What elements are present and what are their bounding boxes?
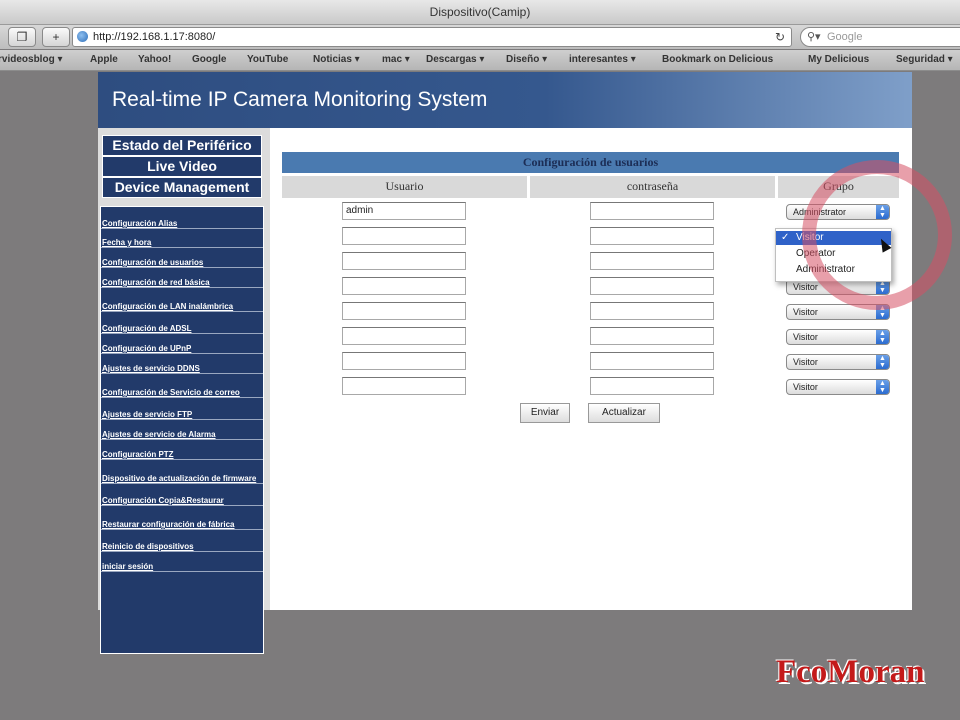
search-input[interactable]: ⚲▾ Google: [800, 27, 960, 47]
menu-login[interactable]: iniciar sesión: [101, 552, 263, 572]
menu-user-settings[interactable]: Configuración de usuarios: [101, 248, 263, 268]
username-input-4[interactable]: [342, 277, 466, 295]
group-select-value: Visitor: [793, 382, 818, 392]
checkmark-icon: ✓: [781, 232, 790, 243]
menu-basic-network[interactable]: Configuración de red básica: [101, 268, 263, 288]
bookmark-item[interactable]: YouTube: [247, 50, 288, 70]
password-input-5[interactable]: [590, 302, 714, 320]
group-select-7[interactable]: Visitor ▲ ▼: [786, 354, 890, 370]
password-input-7[interactable]: [590, 352, 714, 370]
password-input-8[interactable]: [590, 377, 714, 395]
bookmark-item[interactable]: Noticias ▾: [313, 50, 360, 70]
browser-toolbar: ❐ + http://192.168.1.17:8080/ ↻ ⚲▾ Googl…: [0, 25, 960, 49]
menu-alarm[interactable]: Ajustes de servicio de Alarma: [101, 420, 263, 440]
tabs-icon: ❐: [16, 30, 28, 44]
bookmark-item[interactable]: Diseño ▾: [506, 50, 547, 70]
bookmarks-bar: rvideosblog ▾ Apple Yahoo! Google YouTub…: [0, 50, 960, 71]
search-placeholder: Google: [827, 31, 863, 43]
sidebar: Estado del Periférico Live Video Device …: [98, 128, 270, 654]
username-input-7[interactable]: [342, 352, 466, 370]
menu-wireless-lan[interactable]: Configuración de LAN inalámbrica: [101, 288, 263, 312]
menu-mail-service[interactable]: Configuración de Servicio de correo: [101, 374, 263, 398]
select-arrows-icon: ▲ ▼: [876, 330, 889, 344]
menu-ptz[interactable]: Configuración PTZ: [101, 440, 263, 460]
page-header: Real-time IP Camera Monitoring System: [98, 72, 912, 128]
menu-date-time[interactable]: Fecha y hora: [101, 229, 263, 248]
watermark-logo: FcoMoran: [776, 654, 925, 690]
password-input-3[interactable]: [590, 252, 714, 270]
select-arrows-icon: ▲ ▼: [876, 355, 889, 369]
group-select-6[interactable]: Visitor ▲ ▼: [786, 329, 890, 345]
settings-menu: Configuración Alias Fecha y hora Configu…: [100, 206, 264, 654]
username-input-3[interactable]: [342, 252, 466, 270]
password-input-1[interactable]: [590, 202, 714, 220]
username-input-8[interactable]: [342, 377, 466, 395]
group-select-value: Visitor: [793, 307, 818, 317]
bookmark-item[interactable]: Google: [192, 50, 226, 70]
device-status-button[interactable]: Estado del Periférico: [102, 135, 262, 156]
menu-reboot[interactable]: Reinicio de dispositivos: [101, 530, 263, 552]
username-input-6[interactable]: [342, 327, 466, 345]
address-bar[interactable]: http://192.168.1.17:8080/ ↻: [72, 27, 792, 47]
menu-firmware-update[interactable]: Dispositivo de actualización de firmware: [101, 460, 263, 484]
menu-factory-reset[interactable]: Restaurar configuración de fábrica: [101, 506, 263, 530]
column-header-user: Usuario: [282, 176, 527, 198]
username-input-2[interactable]: [342, 227, 466, 245]
menu-alias-settings[interactable]: Configuración Alias: [101, 207, 263, 229]
device-management-button[interactable]: Device Management: [102, 177, 262, 198]
tab-overview-button[interactable]: ❐: [8, 27, 36, 47]
globe-icon: [77, 31, 88, 42]
page-title: Real-time IP Camera Monitoring System: [112, 88, 488, 111]
menu-adsl[interactable]: Configuración de ADSL: [101, 312, 263, 334]
password-input-6[interactable]: [590, 327, 714, 345]
bookmark-item[interactable]: My Delicious: [808, 50, 869, 70]
refresh-button[interactable]: Actualizar: [588, 403, 660, 423]
address-text: http://192.168.1.17:8080/: [93, 31, 216, 43]
column-header-password: contraseña: [530, 176, 775, 198]
menu-upnp[interactable]: Configuración de UPnP: [101, 334, 263, 354]
bookmark-item[interactable]: interesantes ▾: [569, 50, 636, 70]
password-input-2[interactable]: [590, 227, 714, 245]
menu-backup-restore[interactable]: Configuración Copia&Restaurar: [101, 484, 263, 506]
reload-icon[interactable]: ↻: [775, 28, 785, 46]
group-select-value: Visitor: [793, 282, 818, 292]
select-arrows-icon: ▲ ▼: [876, 380, 889, 394]
users-table-title: Configuración de usuarios: [282, 152, 899, 173]
search-icon: ⚲▾: [807, 31, 821, 43]
group-select-value: Visitor: [793, 357, 818, 367]
password-input-4[interactable]: [590, 277, 714, 295]
username-input-1[interactable]: admin: [342, 202, 466, 220]
add-bookmark-button[interactable]: +: [42, 27, 70, 47]
submit-button[interactable]: Enviar: [520, 403, 570, 423]
bookmark-item[interactable]: rvideosblog ▾: [0, 50, 62, 70]
group-select-value: Visitor: [793, 332, 818, 342]
menu-ddns[interactable]: Ajustes de servicio DDNS: [101, 354, 263, 374]
bookmark-item[interactable]: Descargas ▾: [426, 50, 484, 70]
bookmark-item[interactable]: Seguridad ▾: [896, 50, 953, 70]
window-title: Dispositivo(Camip): [0, 0, 960, 25]
plus-icon: +: [52, 30, 60, 44]
username-input-5[interactable]: [342, 302, 466, 320]
group-select-8[interactable]: Visitor ▲ ▼: [786, 379, 890, 395]
bookmark-item[interactable]: mac ▾: [382, 50, 410, 70]
menu-ftp[interactable]: Ajustes de servicio FTP: [101, 398, 263, 420]
bookmark-item[interactable]: Yahoo!: [138, 50, 171, 70]
live-video-button[interactable]: Live Video: [102, 156, 262, 177]
bookmark-item[interactable]: Bookmark on Delicious: [662, 50, 773, 70]
bookmark-item[interactable]: Apple: [90, 50, 118, 70]
highlight-circle: [802, 160, 952, 310]
